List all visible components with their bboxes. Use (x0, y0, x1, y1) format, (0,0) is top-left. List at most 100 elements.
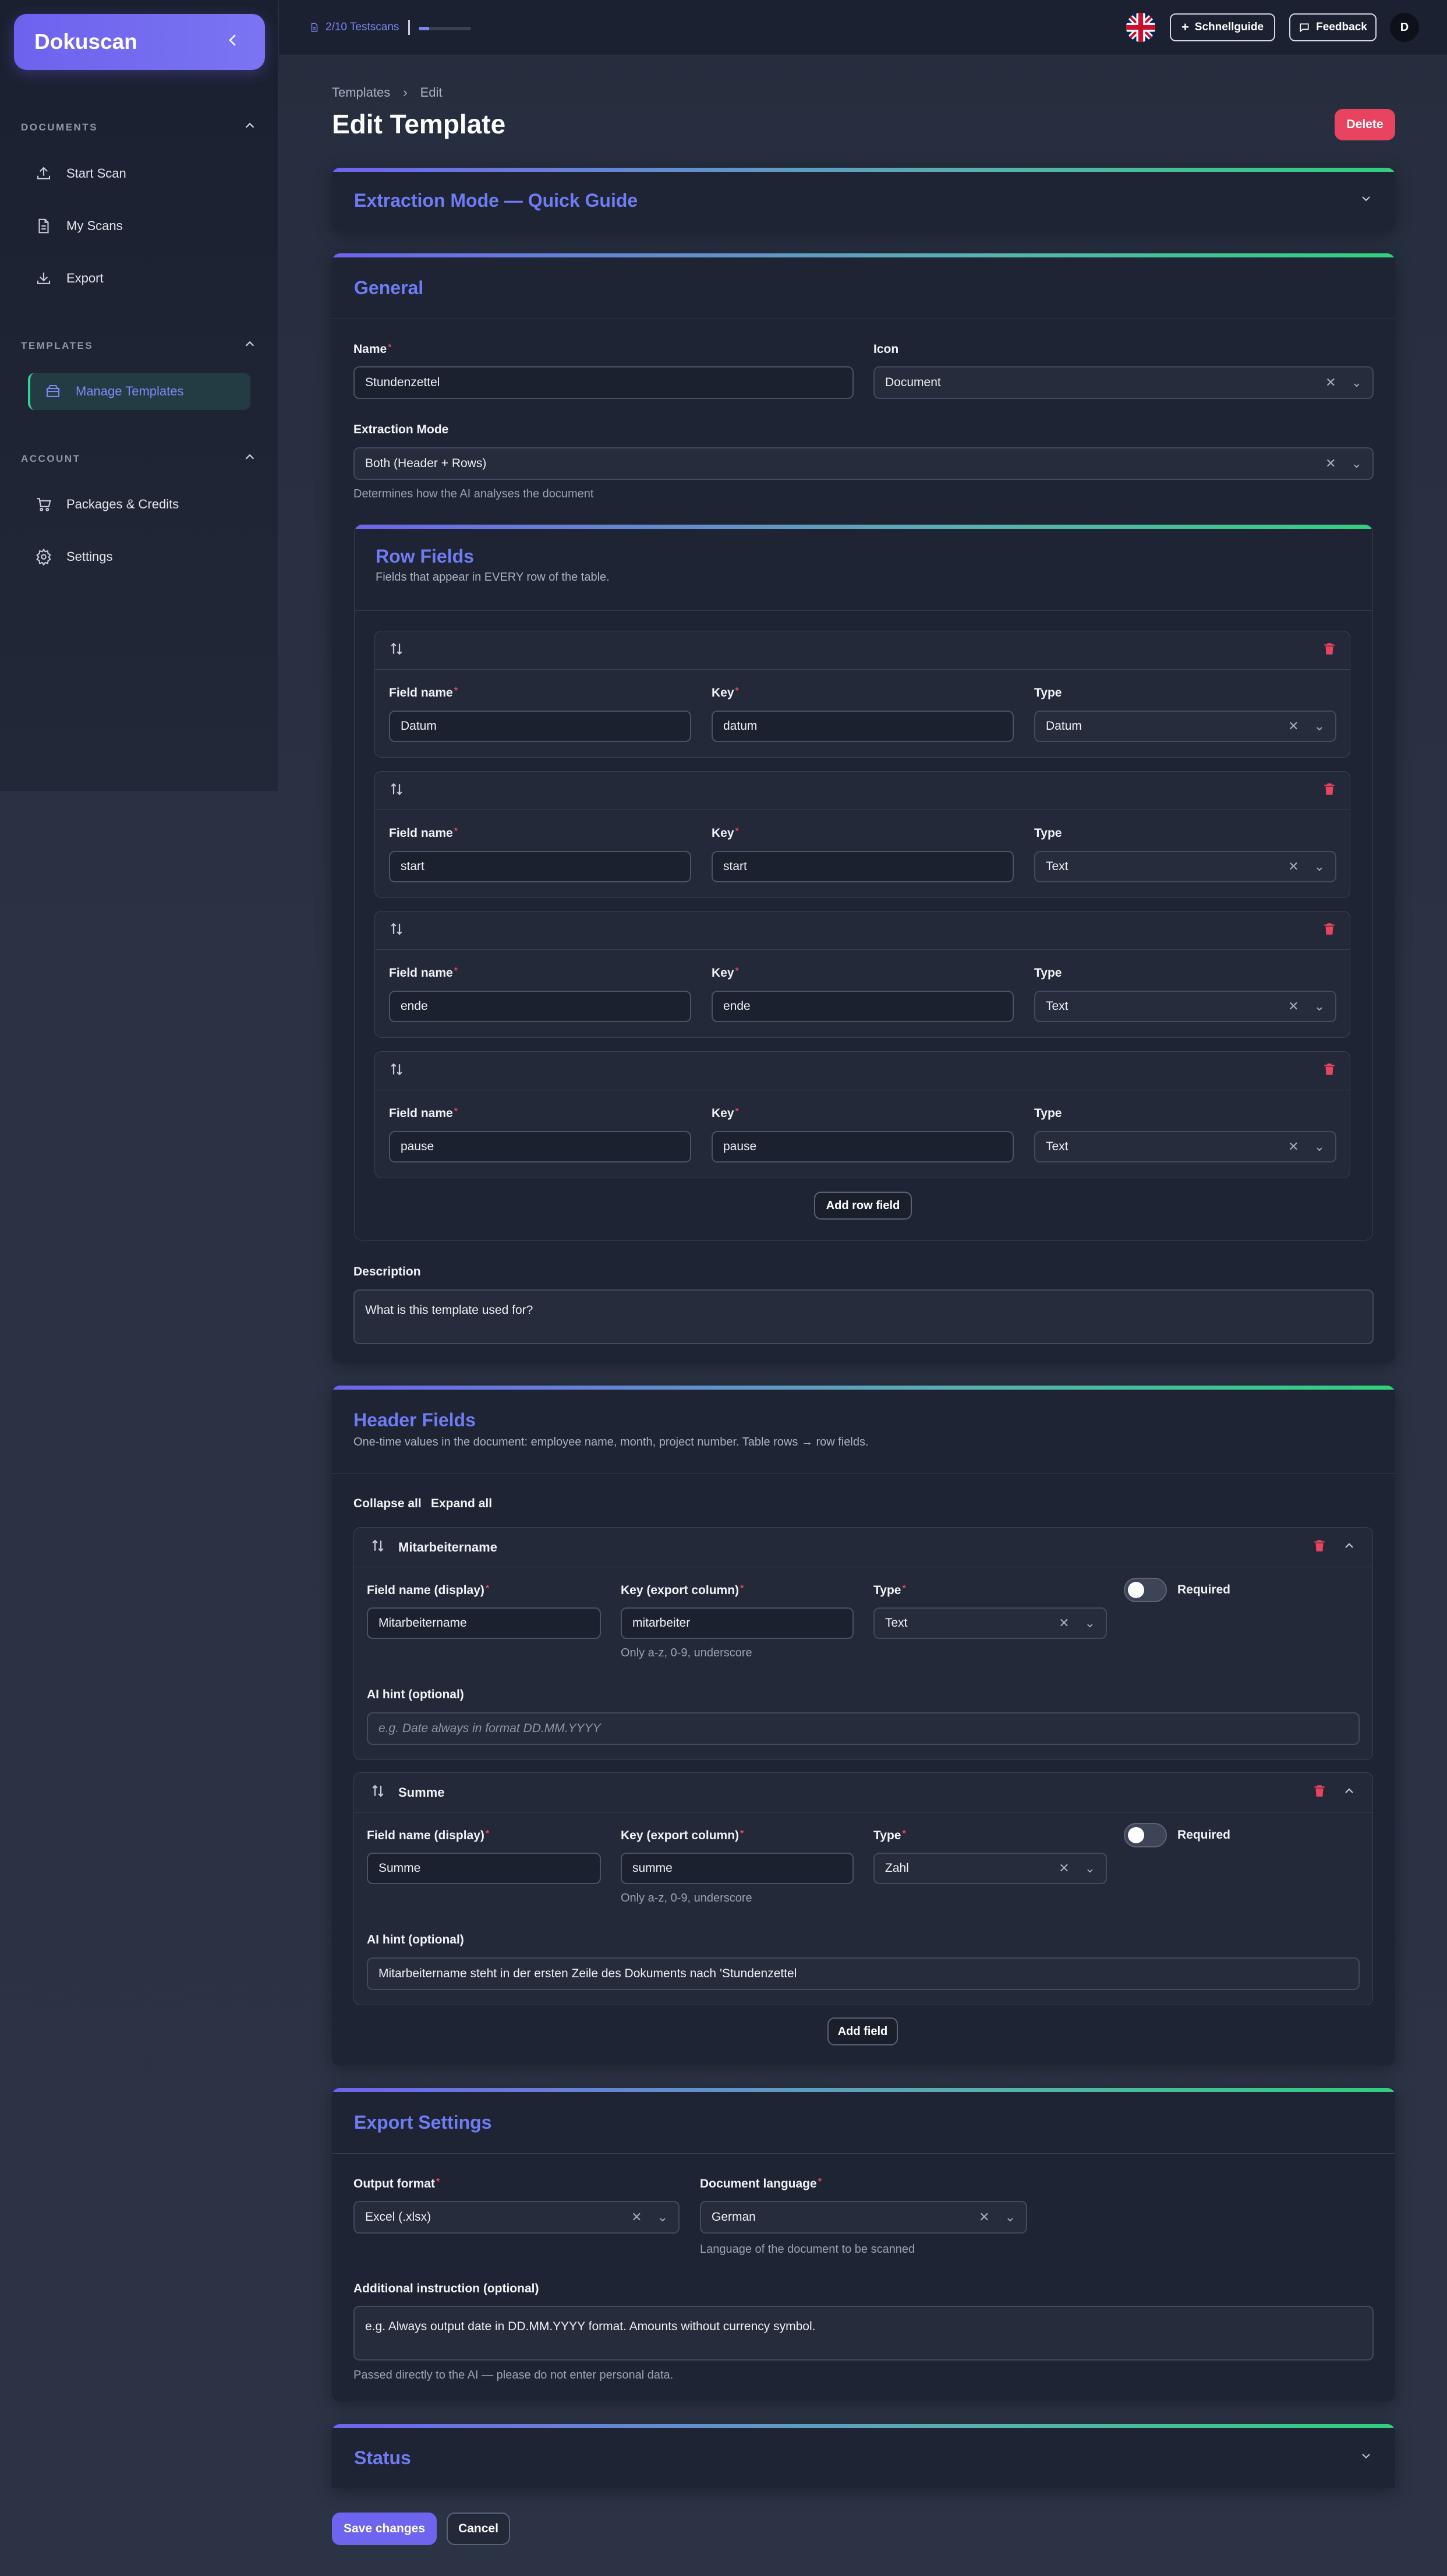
row-field-key-input[interactable]: start (712, 851, 1014, 882)
chevron-down-icon[interactable]: ⌄ (1314, 719, 1325, 734)
quick-guide-label: Schnellguide (1194, 21, 1264, 33)
breadcrumb-templates[interactable]: Templates (332, 85, 390, 100)
clear-icon[interactable]: ✕ (631, 2210, 642, 2225)
add-row-field-button[interactable]: Add row field (814, 1192, 912, 1220)
chevron-down-icon[interactable]: ⌄ (1314, 1139, 1325, 1154)
row-field-type-select[interactable]: Datum ✕ ⌄ (1034, 711, 1336, 742)
card-accent-bar (332, 168, 1395, 172)
key-export-label: Key (export column) * (621, 1829, 744, 1842)
document-language-select[interactable]: German ✕ ⌄ (700, 2201, 1027, 2234)
delete-button[interactable]: Delete (1335, 109, 1395, 140)
save-changes-button[interactable]: Save changes (332, 2513, 437, 2545)
row-field-type-select[interactable]: Text ✕ ⌄ (1034, 1131, 1336, 1162)
row-field-name-input[interactable]: start (389, 851, 691, 882)
testscans-counter[interactable]: 2/10 Testscans (309, 21, 399, 34)
chevron-down-icon[interactable]: ⌄ (1352, 375, 1362, 390)
header-field-key-input[interactable]: mitarbeiter (621, 1607, 854, 1639)
sidebar-item-settings[interactable]: Settings (35, 539, 252, 574)
chevron-down-icon[interactable]: ⌄ (1005, 2210, 1016, 2225)
required-toggle[interactable] (1124, 1823, 1167, 1847)
ai-hint-input[interactable]: Mitarbeitername steht in der ersten Zeil… (367, 1957, 1360, 1990)
sidebar-item-my-scans[interactable]: My Scans (35, 209, 252, 243)
description-placeholder: What is this template used for? (365, 1303, 533, 1317)
sidebar-item-manage-templates[interactable]: Manage Templates (28, 373, 250, 410)
row-field-key-input[interactable]: ende (712, 991, 1014, 1022)
row-field-name-input[interactable]: Datum (389, 711, 691, 742)
additional-instruction-value: e.g. Always output date in DD.MM.YYYY fo… (365, 2320, 816, 2333)
clear-icon[interactable]: ✕ (1288, 719, 1299, 734)
trash-icon[interactable] (1322, 921, 1337, 939)
chevron-down-icon[interactable]: ⌄ (1352, 456, 1362, 471)
header-field-name-input[interactable]: Summe (367, 1853, 601, 1884)
description-textarea[interactable]: What is this template used for? (353, 1289, 1374, 1344)
chevron-up-icon[interactable] (243, 119, 256, 136)
collapse-sidebar-icon[interactable] (224, 31, 242, 52)
clear-icon[interactable]: ✕ (1288, 999, 1299, 1014)
clear-icon[interactable]: ✕ (1059, 1616, 1069, 1631)
trash-icon[interactable] (1322, 641, 1337, 659)
row-field-type-select[interactable]: Text ✕ ⌄ (1034, 991, 1336, 1022)
avatar[interactable]: D (1390, 13, 1419, 42)
expand-all-button[interactable]: Expand all (431, 1497, 492, 1511)
cancel-button[interactable]: Cancel (447, 2513, 510, 2545)
chevron-up-icon[interactable] (243, 338, 256, 354)
icon-select[interactable]: Document ✕ ⌄ (873, 366, 1374, 399)
sidebar-section-account[interactable]: ACCOUNT (21, 451, 256, 467)
clear-icon[interactable]: ✕ (1325, 456, 1336, 471)
type-label: Type (1034, 1107, 1062, 1120)
extraction-mode-select[interactable]: Both (Header + Rows) ✕ ⌄ (353, 447, 1374, 480)
trash-icon[interactable] (1312, 1783, 1327, 1801)
header-field-type-select[interactable]: Zahl ✕ ⌄ (873, 1853, 1107, 1884)
ai-hint-input[interactable]: e.g. Date always in format DD.MM.YYYY (367, 1712, 1360, 1745)
chevron-down-icon[interactable]: ⌄ (1085, 1616, 1095, 1631)
name-input[interactable]: Stundenzettel (353, 366, 854, 399)
clear-icon[interactable]: ✕ (1059, 1861, 1069, 1876)
chevron-down-icon[interactable] (1359, 192, 1373, 210)
feedback-button[interactable]: Feedback (1289, 13, 1377, 41)
chevron-down-icon[interactable]: ⌄ (1314, 999, 1325, 1014)
quick-guide-card[interactable]: Extraction Mode — Quick Guide (332, 168, 1395, 231)
chevron-up-icon[interactable] (243, 451, 256, 467)
box-icon (46, 384, 60, 397)
header-field-name-input[interactable]: Mitarbeitername (367, 1607, 601, 1639)
add-field-button[interactable]: Add field (827, 2017, 898, 2045)
clear-icon[interactable]: ✕ (1325, 375, 1336, 390)
header-field-type-select[interactable]: Text ✕ ⌄ (873, 1607, 1107, 1639)
clear-icon[interactable]: ✕ (1288, 859, 1299, 874)
chevron-down-icon[interactable]: ⌄ (1085, 1861, 1095, 1876)
sidebar-section-templates[interactable]: TEMPLATES (21, 338, 256, 354)
row-field-type-select[interactable]: Text ✕ ⌄ (1034, 851, 1336, 882)
sidebar-section-documents[interactable]: DOCUMENTS (21, 119, 256, 136)
chevron-down-icon[interactable]: ⌄ (657, 2210, 668, 2225)
chevron-up-icon[interactable] (1342, 1784, 1356, 1801)
chevron-down-icon[interactable]: ⌄ (1314, 859, 1325, 874)
additional-instruction-textarea[interactable]: e.g. Always output date in DD.MM.YYYY fo… (353, 2306, 1374, 2361)
chevron-down-icon[interactable] (1359, 2449, 1373, 2467)
drag-handle-icon[interactable] (369, 1537, 387, 1557)
uk-flag-icon[interactable] (1126, 13, 1155, 42)
clear-icon[interactable]: ✕ (979, 2210, 989, 2225)
row-field-name-input[interactable]: pause (389, 1131, 691, 1162)
drag-handle-icon[interactable] (388, 780, 405, 801)
row-field-key-input[interactable]: pause (712, 1131, 1014, 1162)
clear-icon[interactable]: ✕ (1288, 1139, 1299, 1154)
row-field-name-input[interactable]: ende (389, 991, 691, 1022)
chevron-up-icon[interactable] (1342, 1539, 1356, 1556)
drag-handle-icon[interactable] (369, 1782, 387, 1803)
trash-icon[interactable] (1312, 1538, 1327, 1556)
drag-handle-icon[interactable] (388, 1061, 405, 1081)
drag-handle-icon[interactable] (388, 920, 405, 941)
trash-icon[interactable] (1322, 1062, 1337, 1080)
required-toggle[interactable] (1124, 1578, 1167, 1602)
sidebar-item-export[interactable]: Export (35, 261, 252, 296)
sidebar-item-start-scan[interactable]: Start Scan (35, 156, 252, 191)
trash-icon[interactable] (1322, 782, 1337, 800)
status-card[interactable]: Status (332, 2424, 1395, 2488)
row-field-key-input[interactable]: datum (712, 711, 1014, 742)
quick-guide-button[interactable]: + Schnellguide (1170, 13, 1275, 41)
collapse-all-button[interactable]: Collapse all (353, 1497, 422, 1511)
output-format-select[interactable]: Excel (.xlsx) ✕ ⌄ (353, 2201, 680, 2234)
sidebar-item-packages[interactable]: Packages & Credits (35, 487, 252, 522)
header-field-key-input[interactable]: summe (621, 1853, 854, 1884)
drag-handle-icon[interactable] (388, 640, 405, 660)
